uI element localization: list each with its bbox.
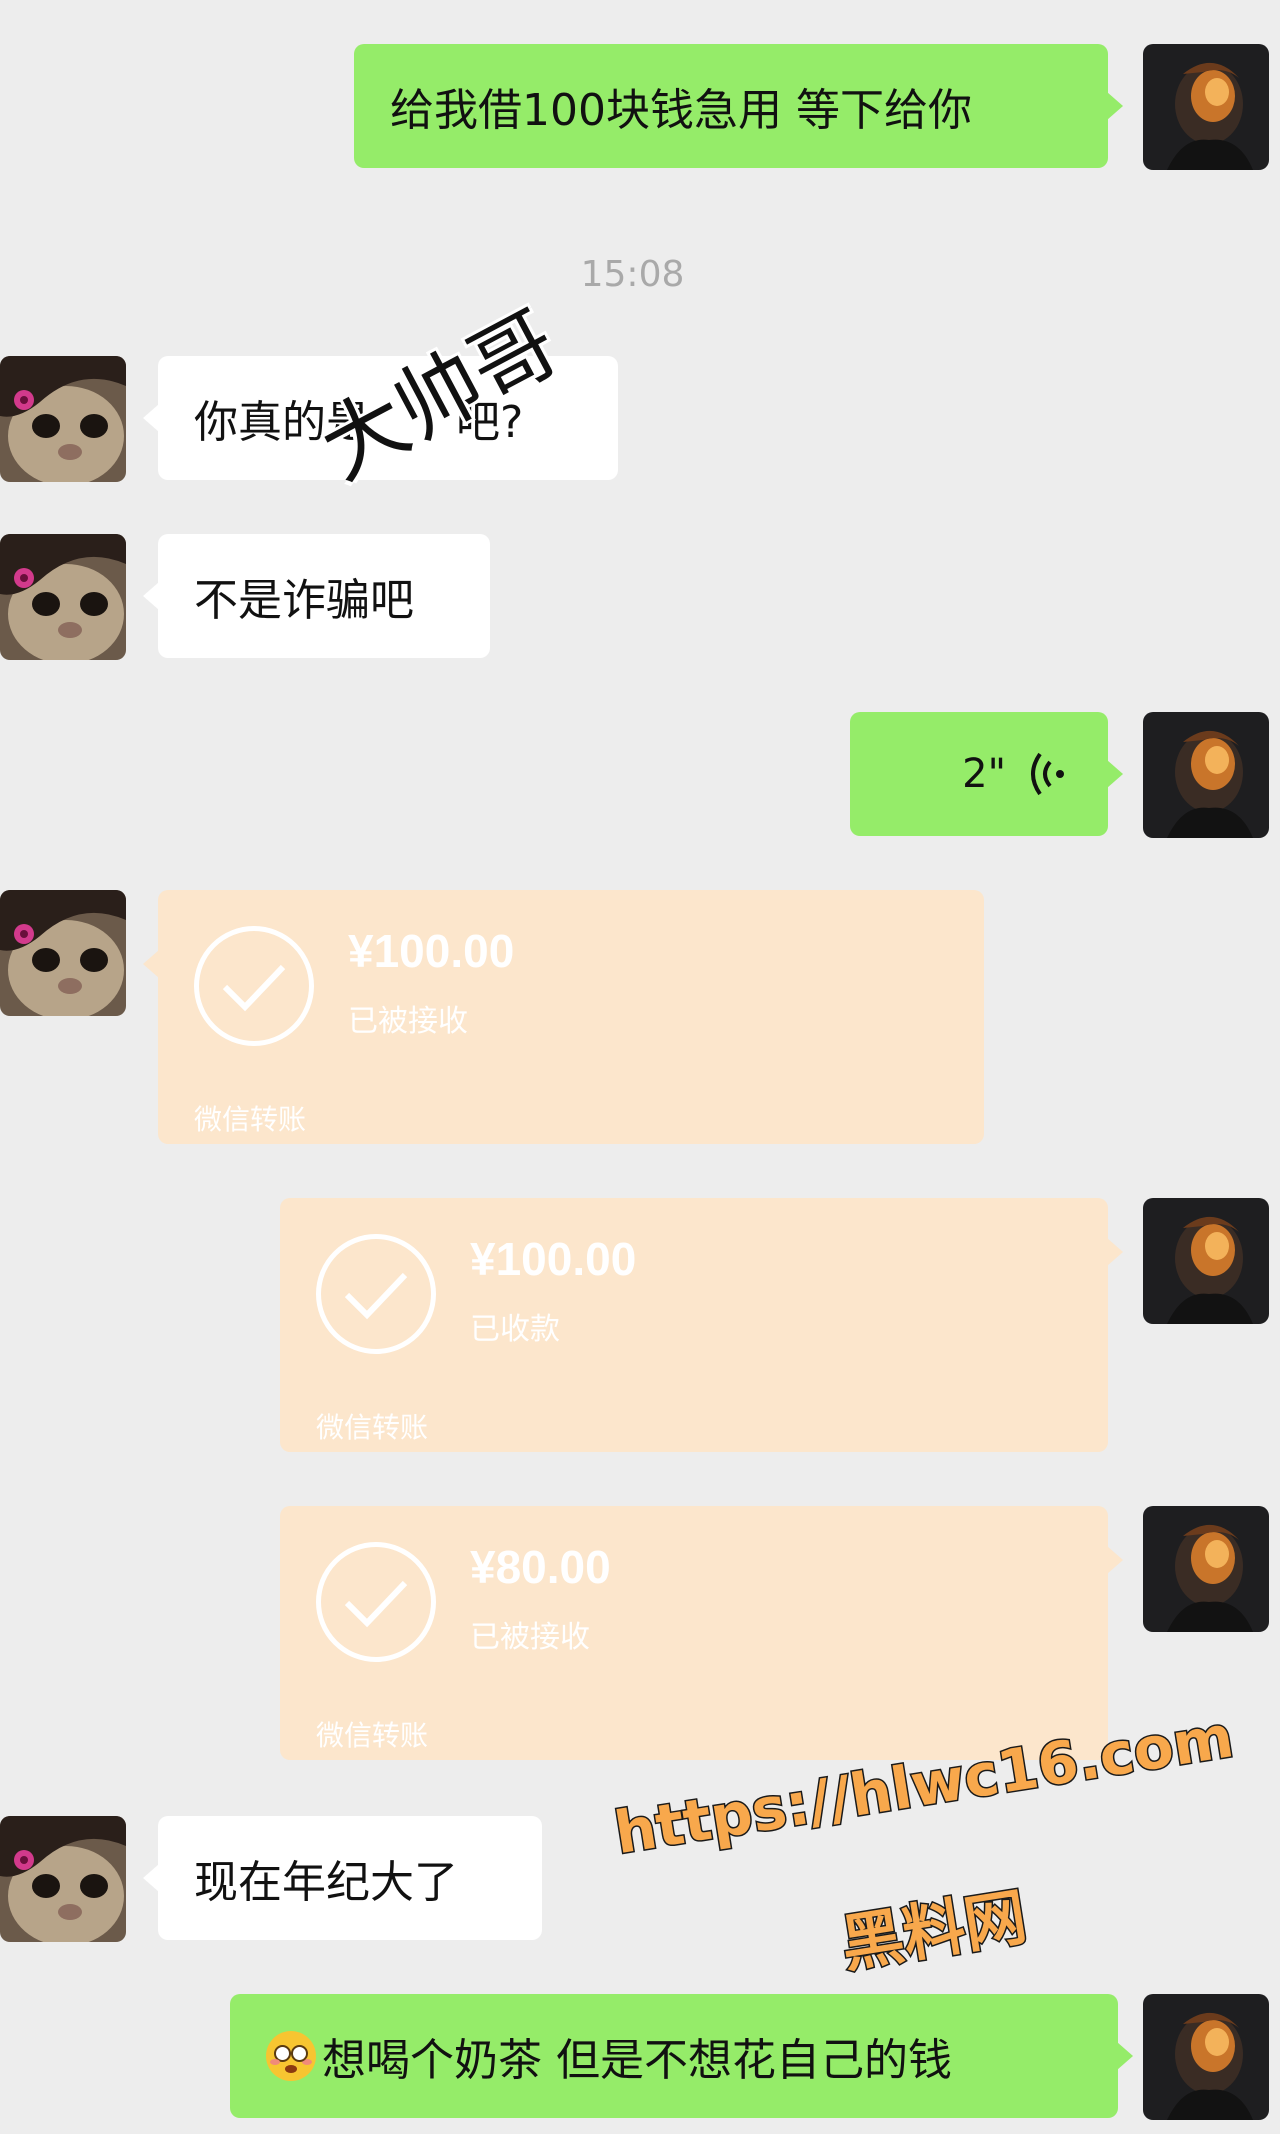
message-text: 想喝个奶茶 但是不想花自己的钱: [322, 2035, 952, 2086]
friend-avatar[interactable]: [0, 890, 126, 1016]
friend-avatar[interactable]: [0, 356, 126, 482]
sent-message-bubble[interactable]: 给我借100块钱急用 等下给你: [354, 44, 1123, 168]
transfer-card[interactable]: ¥100.00 已被接收 微信转账: [143, 890, 984, 1144]
message-text: 给我借100块钱急用 等下给你: [390, 85, 972, 136]
transfer-card[interactable]: ¥80.00 已被接收 微信转账: [280, 1506, 1123, 1760]
transfer-amount: ¥100.00: [348, 925, 515, 977]
my-avatar[interactable]: [1143, 1506, 1269, 1632]
transfer-amount: ¥100.00: [470, 1233, 637, 1285]
my-avatar[interactable]: [1143, 712, 1269, 838]
voice-duration: 2": [962, 751, 1006, 797]
my-avatar[interactable]: [1143, 1198, 1269, 1324]
voice-message-bubble[interactable]: 2": [850, 712, 1123, 836]
watermark-site-name: 黑料网: [835, 1878, 1033, 1982]
check-circle-icon: [316, 1542, 436, 1662]
transfer-card[interactable]: ¥100.00 已收款 微信转账: [280, 1198, 1123, 1452]
transfer-footer: 微信转账: [316, 1411, 429, 1444]
message-text: 不是诈骗吧: [194, 575, 414, 626]
check-circle-icon: [194, 926, 314, 1046]
my-avatar[interactable]: [1143, 44, 1269, 170]
transfer-amount: ¥80.00: [470, 1541, 611, 1593]
my-avatar[interactable]: [1143, 1994, 1269, 2120]
sent-message-bubble[interactable]: 想喝个奶茶 但是不想花自己的钱: [230, 1994, 1133, 2118]
transfer-footer: 微信转账: [194, 1103, 307, 1136]
received-message-bubble[interactable]: 现在年纪大了: [143, 1816, 542, 1940]
transfer-status: 已收款: [470, 1312, 560, 1347]
friend-avatar[interactable]: [0, 534, 126, 660]
voice-wave-icon: [1028, 752, 1068, 796]
transfer-status: 已被接收: [348, 1004, 468, 1039]
received-message-bubble[interactable]: 不是诈骗吧: [143, 534, 490, 658]
check-circle-icon: [316, 1234, 436, 1354]
message-text: 现在年纪大了: [194, 1857, 458, 1908]
flushed-face-emoji: [266, 2031, 316, 2081]
message-timestamp: 15:08: [580, 254, 685, 295]
friend-avatar[interactable]: [0, 1816, 126, 1942]
transfer-footer: 微信转账: [316, 1719, 429, 1752]
transfer-status: 已被接收: [470, 1620, 590, 1655]
